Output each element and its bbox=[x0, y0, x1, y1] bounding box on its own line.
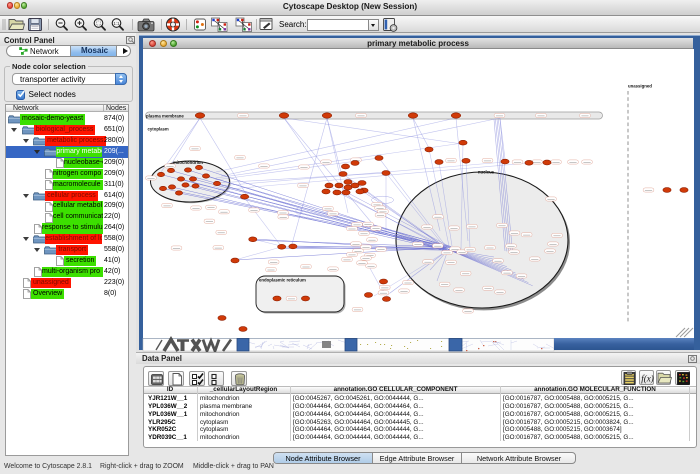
svg-text:1:1: 1:1 bbox=[113, 21, 120, 26]
svg-text:plasma membrane: plasma membrane bbox=[146, 113, 184, 118]
svg-text:mitochondrion: mitochondrion bbox=[173, 160, 203, 165]
svg-text:endoplasmic reticulum: endoplasmic reticulum bbox=[259, 278, 306, 283]
svg-text:f(x): f(x) bbox=[641, 373, 654, 383]
svg-text:cytoplasm: cytoplasm bbox=[148, 127, 169, 132]
svg-text:nucleus: nucleus bbox=[478, 170, 495, 175]
svg-text:unassigned: unassigned bbox=[628, 84, 652, 89]
